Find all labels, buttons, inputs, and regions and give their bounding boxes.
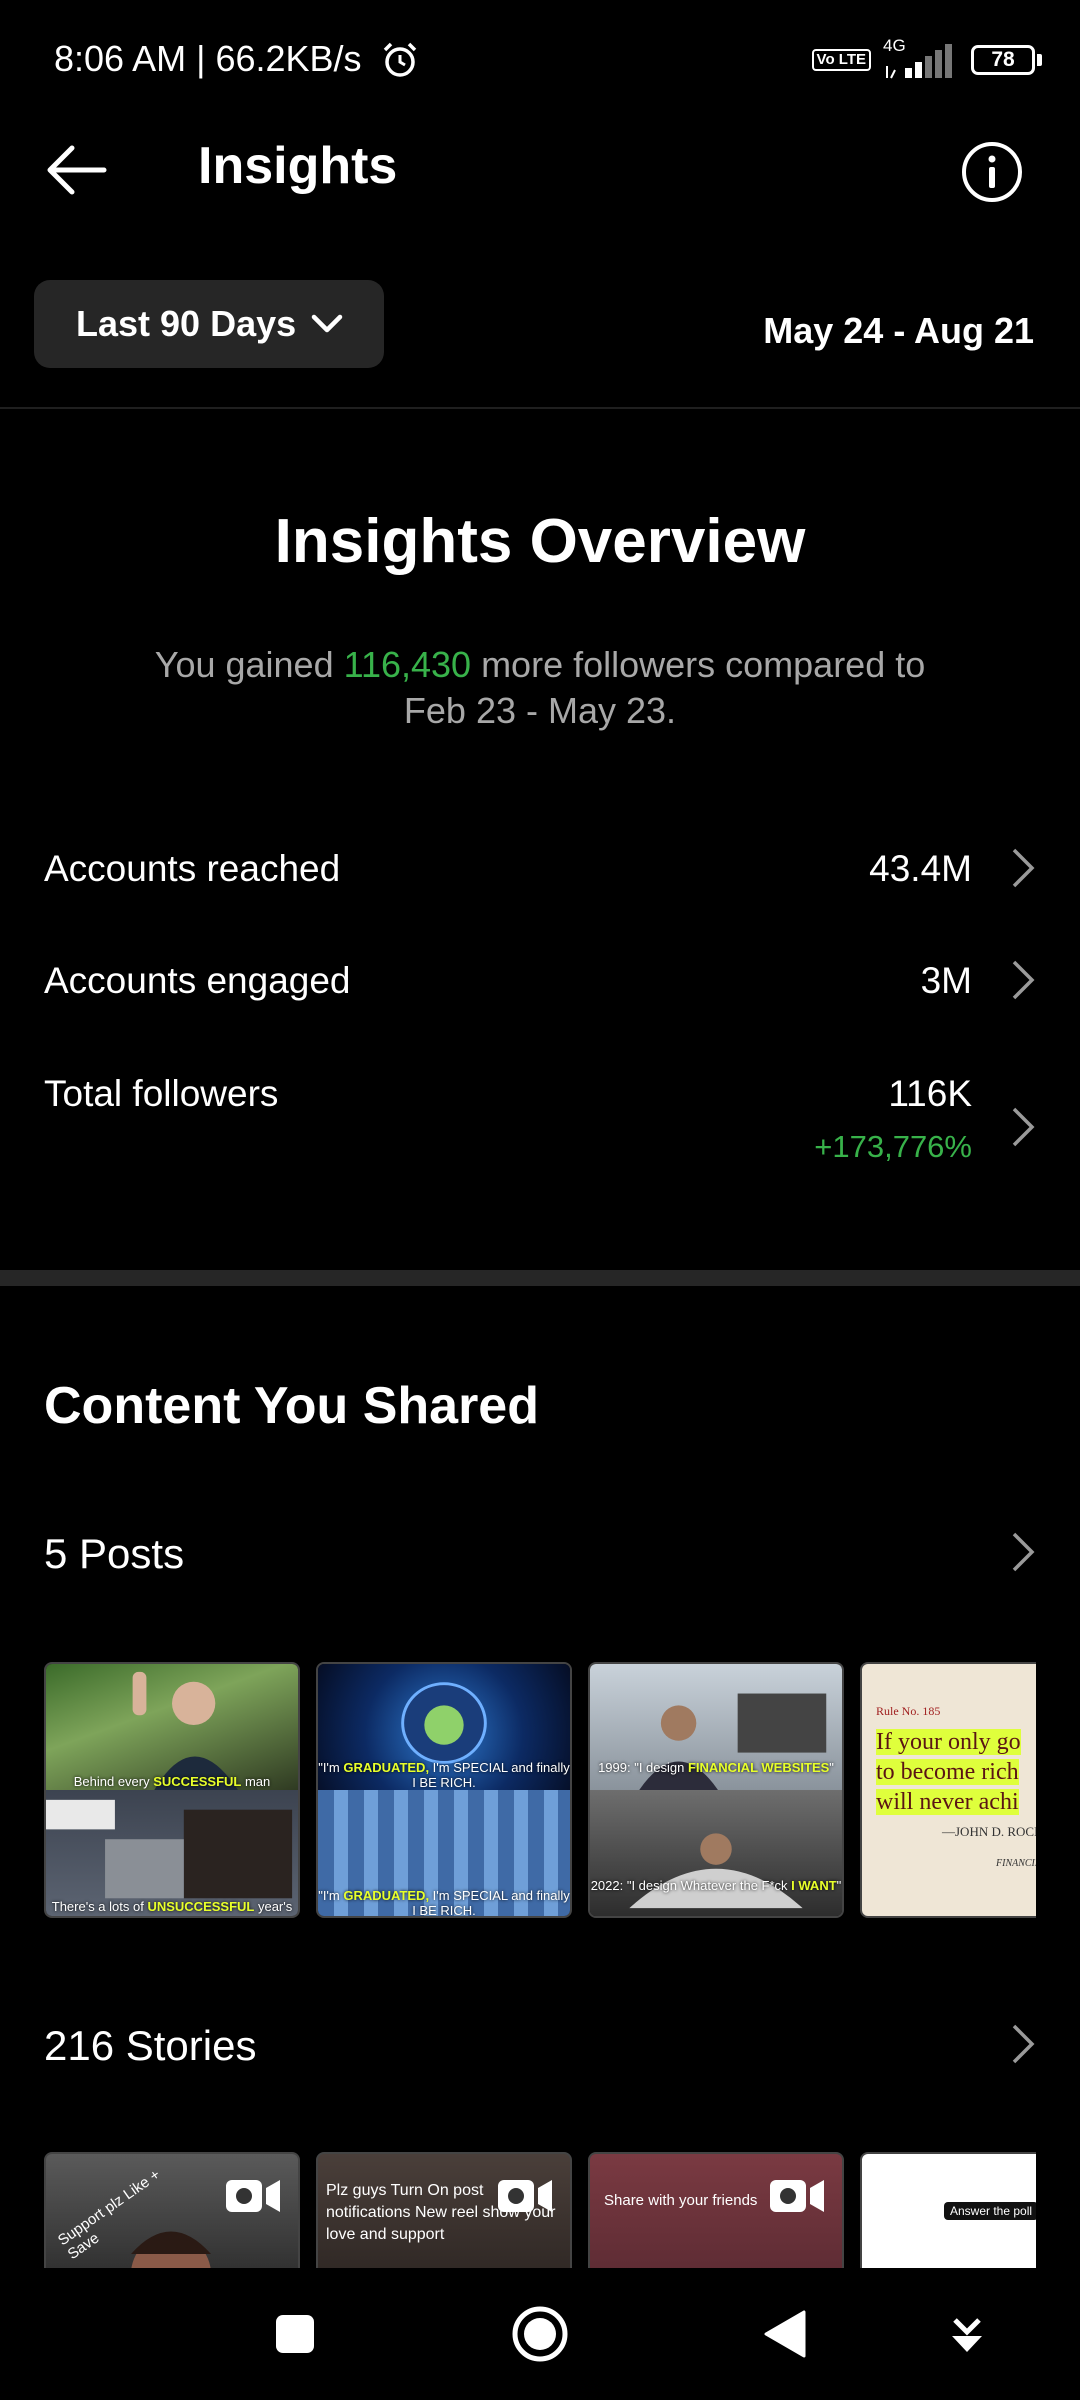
story-thumbnail[interactable]: Share with your friends (588, 2152, 844, 2268)
metric-label: Accounts reached (44, 848, 341, 889)
post-caption: 1999: "I design FINANCIAL WEBSITES" (598, 1760, 834, 1775)
assist-button[interactable] (932, 2268, 1002, 2400)
metric-value: 116K (888, 1073, 972, 1114)
divider (0, 407, 1080, 409)
video-icon (770, 2180, 824, 2212)
home-icon (512, 2306, 568, 2362)
recents-button[interactable] (260, 2268, 330, 2400)
metric-value: 3M (920, 960, 972, 1001)
post-thumbnail[interactable]: "I'm GRADUATED, I'm SPECIAL and finally … (316, 1662, 572, 1918)
back-arrow-icon[interactable] (44, 144, 108, 196)
post-thumbnail[interactable]: Behind every SUCCESSFUL man There's a lo… (44, 1662, 300, 1918)
chevron-right-icon (1012, 1532, 1035, 1572)
post-caption: There's a lots of UNSUCCESSFUL year's (51, 1899, 293, 1914)
content-title: Content You Shared (44, 1377, 539, 1435)
story-text: Answer the poll (944, 2202, 1036, 2220)
metric-label: Total followers (44, 1073, 279, 1114)
metric-total-followers[interactable]: Total followers 116K +173,776% (44, 1073, 1036, 1173)
header: Insights (0, 120, 1080, 220)
status-icons: Vo LTE 4G 78 (811, 36, 1042, 82)
posts-strip: Behind every SUCCESSFUL man There's a lo… (44, 1662, 1036, 1918)
chevron-down-icon (952, 2318, 982, 2352)
section-divider (0, 1270, 1080, 1286)
post-author-role: FINANCIER (996, 1858, 1036, 1869)
story-thumbnail[interactable]: Answer the poll (860, 2152, 1036, 2268)
stories-label: 216 Stories (44, 2022, 257, 2069)
metric-accounts-engaged[interactable]: Accounts engaged 3M (44, 960, 1036, 1040)
chevron-right-icon (1012, 1107, 1035, 1147)
post-quote-line: If your only go (876, 1729, 1021, 1755)
posts-label: 5 Posts (44, 1530, 185, 1577)
post-author: —JOHN D. ROCKEFELL (942, 1824, 1036, 1839)
status-bar: 8:06 AM | 66.2KB/s Vo LTE 4G 78 (0, 0, 1080, 120)
back-button[interactable] (750, 2268, 820, 2400)
video-icon (226, 2180, 280, 2212)
recents-icon (276, 2315, 314, 2353)
chevron-right-icon (1012, 2024, 1035, 2064)
page-title: Insights (198, 137, 398, 195)
chevron-right-icon (1012, 848, 1035, 888)
story-thumbnail[interactable]: Plz guys Turn On post notifications New … (316, 2152, 572, 2268)
video-icon (498, 2180, 552, 2212)
back-triangle-icon (764, 2310, 806, 2358)
home-button[interactable] (505, 2268, 575, 2400)
battery-icon: 78 (971, 45, 1042, 75)
post-quote-line: to become rich (876, 1759, 1019, 1785)
chevron-down-icon (311, 314, 343, 333)
post-thumbnail[interactable]: Rule No. 185 If your only go to become r… (860, 1662, 1036, 1918)
post-caption: "I'm GRADUATED, I'm SPECIAL and finally … (318, 1760, 570, 1790)
story-text: Share with your friends (604, 2192, 758, 2209)
info-icon[interactable] (960, 140, 1024, 204)
followers-gained: 116,430 (343, 644, 472, 685)
metric-change: +173,776% (814, 1129, 972, 1164)
chevron-right-icon (1012, 960, 1035, 1000)
period-dropdown[interactable]: Last 90 Days (34, 280, 384, 368)
metric-value: 43.4M (869, 848, 972, 889)
status-time: 8:06 AM | 66.2KB/s (54, 38, 362, 79)
system-nav-bar (0, 2268, 1080, 2400)
metric-accounts-reached[interactable]: Accounts reached 43.4M (44, 848, 1036, 928)
overview-title: Insights Overview (274, 507, 806, 576)
overview-summary: You gained 116,430 more followers compar… (120, 642, 960, 734)
stories-strip: Support plz Like + Save Plz guys Turn On… (44, 2152, 1036, 2268)
battery-level: 78 (971, 45, 1035, 75)
posts-row[interactable]: 5 Posts (44, 1530, 1036, 1600)
volte-icon: Vo LTE (811, 49, 871, 71)
post-rule: Rule No. 185 (876, 1704, 941, 1718)
date-range: May 24 - Aug 21 (763, 310, 1034, 351)
summary-suffix: more followers compared to Feb 23 - May … (403, 644, 926, 731)
post-quote-line: will never achi (876, 1789, 1019, 1815)
period-label: Last 90 Days (76, 303, 297, 344)
post-caption: "I'm GRADUATED, I'm SPECIAL and finally … (318, 1888, 570, 1918)
post-caption: 2022: "I design Whatever the F*ck I WANT… (590, 1878, 842, 1893)
post-caption: Behind every SUCCESSFUL man (73, 1774, 271, 1789)
signal-icon: 4G (883, 36, 959, 80)
stories-row[interactable]: 216 Stories (44, 2022, 1036, 2092)
alarm-icon (383, 42, 417, 77)
post-thumbnail[interactable]: 1999: "I design FINANCIAL WEBSITES" 2022… (588, 1662, 844, 1918)
metric-label: Accounts engaged (44, 960, 351, 1001)
story-thumbnail[interactable]: Support plz Like + Save (44, 2152, 300, 2268)
summary-prefix: You gained (154, 644, 344, 685)
